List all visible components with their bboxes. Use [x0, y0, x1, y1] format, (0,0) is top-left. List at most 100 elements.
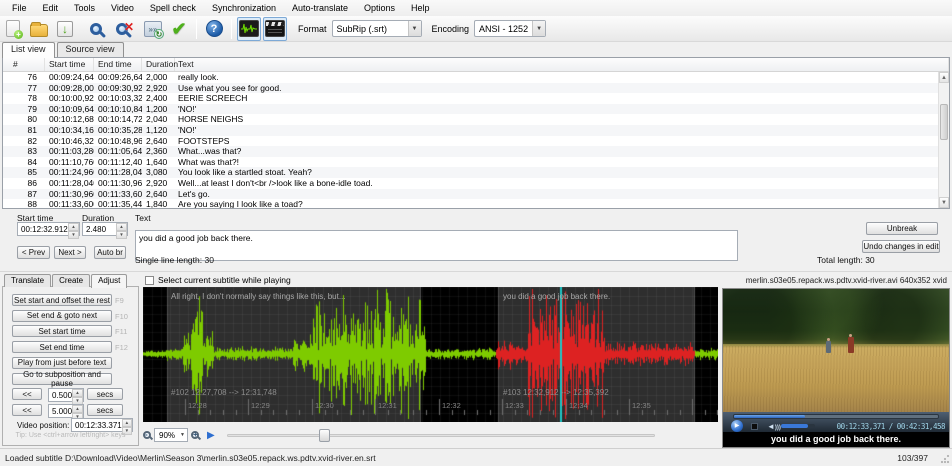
menu-tools[interactable]: Tools — [66, 2, 103, 14]
unbreak-button[interactable]: Unbreak — [866, 222, 938, 235]
resize-grip[interactable] — [940, 454, 950, 464]
adjust-button-set-end-time[interactable]: Set end time — [12, 341, 112, 353]
select-subtitle-checkbox[interactable] — [145, 276, 154, 285]
adjust-button-set-end-goto-next[interactable]: Set end & goto next — [12, 310, 112, 322]
tab-translate[interactable]: Translate — [4, 274, 51, 287]
adjust-button-set-start-and-offset-the-rest[interactable]: Set start and offset the rest — [12, 294, 112, 306]
seek-large-input[interactable]: 5.000 ▲▼ — [48, 404, 84, 418]
scroll-down-icon[interactable]: ▼ — [939, 197, 949, 208]
table-row[interactable]: 8500:11:24,96000:11:28,0403,080You look … — [3, 167, 938, 178]
visual-sync-button[interactable]: »»↻ — [141, 17, 165, 41]
secs-large-button[interactable]: secs — [87, 404, 123, 416]
tab-adjust[interactable]: Adjust — [91, 274, 127, 288]
find-button[interactable] — [84, 17, 108, 41]
waveform-play-icon[interactable]: ▶ — [207, 430, 215, 441]
spinner-icons[interactable]: ▲▼ — [122, 419, 132, 431]
table-row[interactable]: 8400:11:10,76000:11:12,4001,640What was … — [3, 157, 938, 168]
menu-options[interactable]: Options — [356, 2, 403, 14]
list-vertical-scrollbar[interactable]: ▲ ▼ — [938, 72, 949, 208]
menu-file[interactable]: File — [4, 2, 35, 14]
table-row[interactable]: 7900:10:09,64000:10:10,8401,200'NO!' — [3, 104, 938, 115]
checkmark-icon: ✔ — [171, 20, 186, 38]
subtitle-text-input[interactable]: you did a good job back there. — [135, 230, 738, 261]
scroll-track[interactable] — [227, 434, 655, 437]
tab-create[interactable]: Create — [52, 274, 90, 287]
encoding-select[interactable]: ANSI - 1252 ▼ — [474, 20, 546, 37]
waveform-panel[interactable]: All right, I don't normally say things l… — [143, 287, 718, 422]
video-figure-right — [848, 337, 854, 353]
volume-icon[interactable]: ◄))) — [767, 422, 781, 431]
column-header-end[interactable]: End time — [94, 58, 142, 71]
prev-button[interactable]: < Prev — [17, 246, 50, 259]
tab-source-view[interactable]: Source view — [57, 42, 124, 57]
tab-list-view[interactable]: List view — [2, 42, 55, 58]
scroll-up-icon[interactable]: ▲ — [939, 72, 949, 83]
zoom-out-icon[interactable]: - — [143, 431, 151, 439]
table-row[interactable]: 8000:10:12,68000:10:14,7202,040HORSE NEI… — [3, 114, 938, 125]
column-header-dur[interactable]: Duration — [142, 58, 175, 71]
video-position-input[interactable]: 00:12:33.371 ▲▼ — [71, 418, 133, 432]
rewind-large-button[interactable]: << — [12, 404, 42, 416]
table-row[interactable]: 7700:09:28,00000:09:30,9202,920Use what … — [3, 83, 938, 94]
waveform-zoom-select[interactable]: 90% ▼ — [154, 428, 188, 442]
table-row[interactable]: 8600:11:28,04000:11:30,9602,920Well...at… — [3, 178, 938, 189]
table-row[interactable]: 7800:10:00,92000:10:03,3202,400EERIE SCR… — [3, 93, 938, 104]
scroll-thumb[interactable] — [319, 429, 330, 442]
adjust-button-set-start-time[interactable]: Set start time — [12, 325, 112, 337]
menu-video[interactable]: Video — [103, 2, 142, 14]
toolbar-separator — [196, 19, 197, 39]
column-header-text[interactable]: Text — [175, 58, 949, 71]
table-row[interactable]: 8700:11:30,96000:11:33,6002,640Let's go. — [3, 189, 938, 200]
volume-slider[interactable] — [781, 424, 815, 428]
start-time-input[interactable]: 00:12:32.912 ▲▼ — [17, 222, 80, 236]
menu-spell-check[interactable]: Spell check — [142, 2, 204, 14]
spinner-icons[interactable]: ▲▼ — [72, 389, 83, 401]
open-file-button[interactable] — [27, 17, 51, 41]
scrollbar-thumb[interactable] — [940, 104, 948, 140]
spinner-icons[interactable]: ▲▼ — [68, 223, 79, 235]
play-button[interactable]: ▶ — [731, 420, 743, 432]
replace-button[interactable]: ✕ — [110, 17, 134, 41]
video-frame[interactable] — [723, 289, 949, 412]
stop-button[interactable] — [751, 423, 758, 430]
spell-check-button[interactable]: ✔ — [167, 17, 191, 41]
cell-num: 78 — [3, 93, 45, 104]
table-row[interactable]: 8300:11:03,28000:11:05,6402,360What...wa… — [3, 146, 938, 157]
new-file-button[interactable]: + — [1, 17, 25, 41]
zoom-in-icon[interactable]: + — [191, 431, 199, 439]
cell-text: HORSE NEIGHS — [175, 114, 938, 125]
duration-input[interactable]: 2.480 ▲▼ — [82, 222, 128, 236]
table-row[interactable]: 8800:11:33,60000:11:35,4401,840Are you s… — [3, 199, 938, 208]
menu-edit[interactable]: Edit — [35, 2, 67, 14]
menu-auto-translate[interactable]: Auto-translate — [284, 2, 356, 14]
spinner-icons[interactable]: ▲▼ — [116, 223, 127, 235]
cell-num: 80 — [3, 114, 45, 125]
cell-end: 00:11:35,440 — [94, 199, 142, 208]
rewind-small-button[interactable]: << — [12, 388, 42, 400]
video-seekbar[interactable] — [733, 414, 939, 419]
spinner-icons[interactable]: ▲▼ — [72, 405, 83, 417]
table-row[interactable]: 8200:10:46,32000:10:48,9602,640FOOTSTEPS — [3, 136, 938, 147]
cell-end: 00:11:12,400 — [94, 157, 142, 168]
menu-help[interactable]: Help — [403, 2, 438, 14]
help-button[interactable]: ? — [202, 17, 226, 41]
table-row[interactable]: 8100:10:34,16000:10:35,2801,120'NO!' — [3, 125, 938, 136]
table-row[interactable]: 7600:09:24,64000:09:26,6402,000really lo… — [3, 72, 938, 83]
menu-synchronization[interactable]: Synchronization — [204, 2, 284, 14]
column-header-num[interactable]: # — [3, 58, 45, 71]
seek-small-input[interactable]: 0.500 ▲▼ — [48, 388, 84, 402]
toggle-waveform-button[interactable] — [237, 17, 261, 41]
secs-small-button[interactable]: secs — [87, 388, 123, 400]
next-button[interactable]: Next > — [54, 246, 86, 259]
adjust-button-play-from-just-before-text[interactable]: Play from just before text — [12, 357, 112, 369]
waveform-scrollbar[interactable] — [227, 428, 655, 442]
auto-break-button[interactable]: Auto br — [94, 246, 126, 259]
cell-text: Use what you see for good. — [175, 83, 938, 94]
video-player[interactable]: ▶ ◄))) 00:12:33,371 / 00:42:31,458 you d… — [722, 288, 950, 448]
save-file-button[interactable]: ↓ — [53, 17, 77, 41]
toggle-video-button[interactable] — [263, 17, 287, 41]
column-header-start[interactable]: Start time — [45, 58, 94, 71]
adjust-button-go-to-subposition-and-pause[interactable]: Go to subposition and pause — [12, 373, 112, 385]
format-select[interactable]: SubRip (.srt) ▼ — [332, 20, 422, 37]
undo-edit-button[interactable]: Undo changes in edit — [862, 240, 940, 253]
